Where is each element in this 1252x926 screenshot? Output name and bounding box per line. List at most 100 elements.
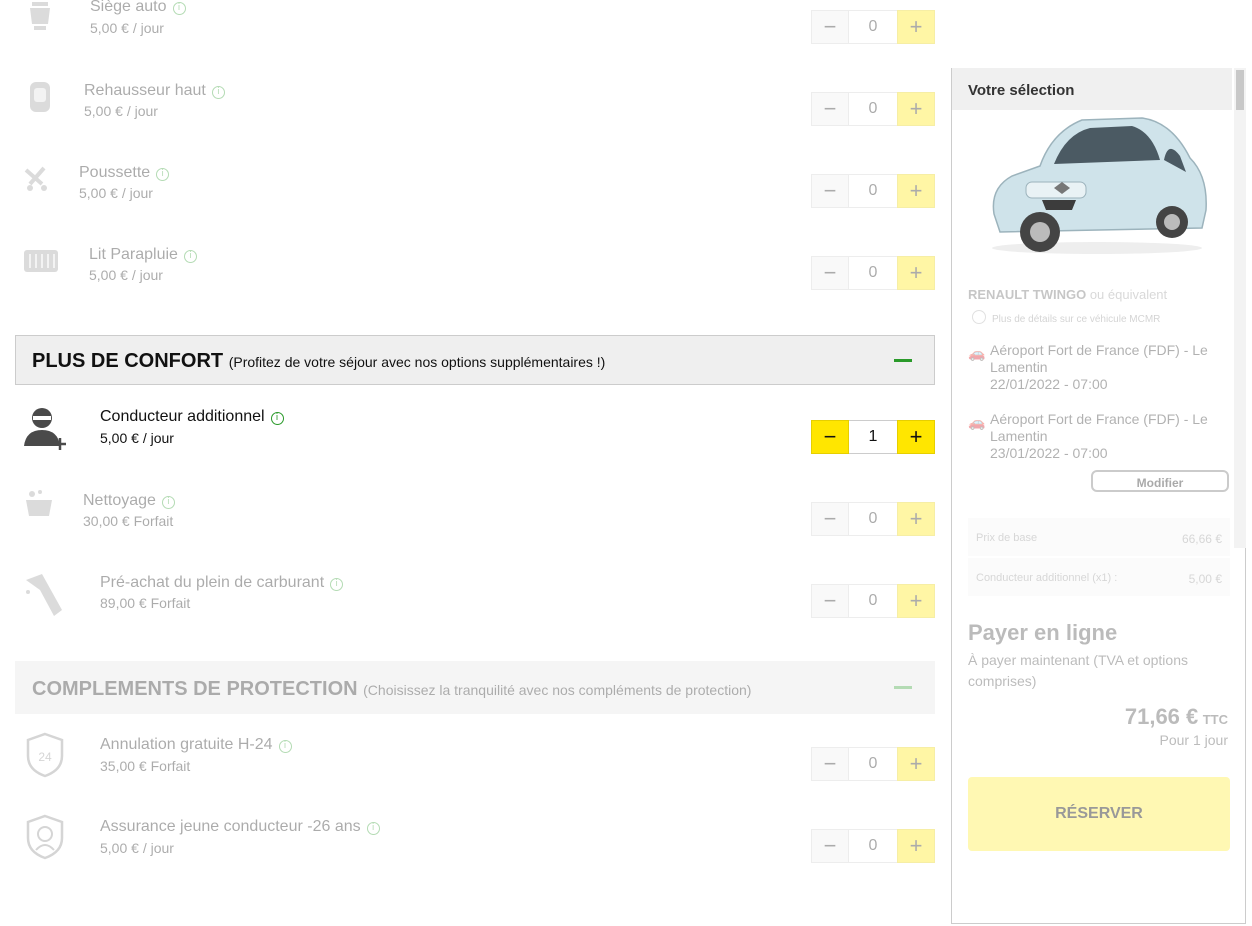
section-subtitle: (Choisissez la tranquilité avec nos comp… <box>363 682 752 698</box>
option-name: Siège auto <box>90 0 167 15</box>
option-price: 5,00 € / jour <box>90 20 164 36</box>
quantity-stepper: − 0 + <box>811 502 935 536</box>
quantity-value[interactable]: 0 <box>849 829 897 863</box>
option-price: 5,00 € / jour <box>100 840 174 856</box>
option-price: 5,00 € / jour <box>100 430 174 446</box>
increment-button[interactable]: + <box>897 420 935 454</box>
section-header-protection[interactable]: COMPLEMENTS DE PROTECTION (Choisissez la… <box>15 661 935 714</box>
car-model: RENAULT TWINGO <box>968 287 1087 302</box>
decrement-button[interactable]: − <box>811 502 849 536</box>
price-line: Prix de base 66,66 € <box>968 518 1230 556</box>
increment-button[interactable]: + <box>897 747 935 781</box>
option-pre-achat-carburant: Pré-achat du plein de carburant i 89,00 €… <box>0 566 940 636</box>
quantity-value[interactable]: 0 <box>849 10 897 44</box>
option-name: Poussette <box>79 164 151 181</box>
increment-button[interactable]: + <box>897 256 935 290</box>
option-name: Rehausseur haut <box>84 82 206 99</box>
info-icon[interactable]: i <box>366 822 380 835</box>
section-title: PLUS DE CONFORT <box>32 350 224 372</box>
info-icon[interactable]: i <box>330 578 344 591</box>
scrollbar-thumb[interactable] <box>1236 70 1244 110</box>
quantity-stepper: − 0 + <box>811 10 935 44</box>
option-nettoyage: Nettoyage i 30,00 € Forfait − 0 + <box>0 484 940 554</box>
decrement-button[interactable]: − <box>811 174 849 208</box>
modify-label: Modifier <box>1136 476 1184 490</box>
summary-title: Votre sélection <box>968 82 1075 99</box>
decrement-button[interactable]: − <box>811 10 849 44</box>
dropoff-place: Aéroport Fort de France (FDF) - Le Lamen… <box>990 411 1208 444</box>
section-header-confort[interactable]: PLUS DE CONFORT (Profitez de votre séjou… <box>15 335 935 385</box>
price-label: Prix de base <box>976 532 1038 544</box>
decrement-button[interactable]: − <box>811 420 849 454</box>
option-siege-auto: Siège auto i 5,00 € / jour − 0 + <box>0 0 940 62</box>
price-label: Conducteur additionnel (x1) : <box>976 572 1118 584</box>
modify-button[interactable]: Modifier <box>1091 470 1229 492</box>
info-icon[interactable]: i <box>172 2 186 15</box>
quantity-stepper: − 0 + <box>811 174 935 208</box>
quantity-value[interactable]: 1 <box>849 420 897 454</box>
option-conducteur-additionnel: Conducteur additionnel i 5,00 € / jour − … <box>0 402 940 472</box>
collapse-icon[interactable] <box>894 686 912 689</box>
plus-circle-icon <box>972 310 986 324</box>
decrement-button[interactable]: − <box>811 829 849 863</box>
info-icon[interactable]: i <box>156 168 170 181</box>
info-icon[interactable]: i <box>278 740 292 753</box>
quantity-value[interactable]: 0 <box>849 502 897 536</box>
pay-subtitle: À payer maintenant (TVA et options compr… <box>968 652 1188 689</box>
sidebar-scrollbar[interactable] <box>1234 68 1246 548</box>
reserve-button[interactable]: RÉSERVER <box>968 777 1230 851</box>
ttc-label: TTC <box>1202 712 1228 727</box>
option-name: Lit Parapluie <box>89 246 178 263</box>
car-details-text: Plus de détails sur ce véhicule MCMR <box>992 314 1161 325</box>
selection-summary-panel: Votre sélection RENAULT TWINGO ou équiva… <box>951 68 1246 924</box>
stroller-icon <box>20 160 64 206</box>
car-icon: 🚗 <box>968 414 986 430</box>
quantity-value[interactable]: 0 <box>849 92 897 126</box>
increment-button[interactable]: + <box>897 829 935 863</box>
cancel-24h-shield-icon: 24 <box>24 732 68 778</box>
booster-seat-icon <box>22 78 66 124</box>
decrement-button[interactable]: − <box>811 584 849 618</box>
option-price: 5,00 € / jour <box>84 103 158 119</box>
increment-button[interactable]: + <box>897 174 935 208</box>
young-driver-shield-icon <box>24 814 68 860</box>
quantity-value[interactable]: 0 <box>849 747 897 781</box>
option-price: 35,00 € Forfait <box>100 758 191 774</box>
option-price: 5,00 € / jour <box>79 185 153 201</box>
decrement-button[interactable]: − <box>811 747 849 781</box>
quantity-value[interactable]: 0 <box>849 256 897 290</box>
svg-text:24: 24 <box>38 750 52 764</box>
pickup-date: 22/01/2022 - 07:00 <box>990 376 1108 392</box>
option-price: 30,00 € Forfait <box>83 513 174 529</box>
info-icon[interactable]: i <box>270 412 284 425</box>
reserve-label: RÉSERVER <box>1055 805 1143 822</box>
add-driver-icon <box>22 404 66 450</box>
dropoff-date: 23/01/2022 - 07:00 <box>990 445 1108 461</box>
quantity-value[interactable]: 0 <box>849 174 897 208</box>
car-details-link[interactable]: Plus de détails sur ce véhicule MCMR <box>972 310 1160 325</box>
decrement-button[interactable]: − <box>811 256 849 290</box>
car-image <box>982 110 1212 255</box>
quantity-stepper: − 0 + <box>811 584 935 618</box>
decrement-button[interactable]: − <box>811 92 849 126</box>
section-subtitle: (Profitez de votre séjour avec nos optio… <box>228 354 606 370</box>
section-title: COMPLEMENTS DE PROTECTION <box>32 678 358 700</box>
info-icon[interactable]: i <box>161 496 175 509</box>
pay-title: Payer en ligne <box>968 620 1118 645</box>
cleaning-icon <box>22 488 66 534</box>
info-icon[interactable]: i <box>211 86 225 99</box>
option-annulation-gratuite: 24 Annulation gratuite H-24 i 35,00 € For… <box>0 730 940 800</box>
option-poussette: Poussette i 5,00 € / jour − 0 + <box>0 156 940 226</box>
increment-button[interactable]: + <box>897 92 935 126</box>
quantity-value[interactable]: 0 <box>849 584 897 618</box>
car-equivalent: ou équivalent <box>1089 287 1168 302</box>
collapse-icon[interactable] <box>894 359 912 362</box>
option-rehausseur-haut: Rehausseur haut i 5,00 € / jour − 0 + <box>0 74 940 144</box>
quantity-stepper: − 1 + <box>811 420 935 454</box>
increment-button[interactable]: + <box>897 502 935 536</box>
increment-button[interactable]: + <box>897 10 935 44</box>
info-icon[interactable]: i <box>183 250 197 263</box>
option-lit-parapluie: Lit Parapluie i 5,00 € / jour − 0 + <box>0 238 940 308</box>
option-name: Nettoyage <box>83 492 156 509</box>
increment-button[interactable]: + <box>897 584 935 618</box>
